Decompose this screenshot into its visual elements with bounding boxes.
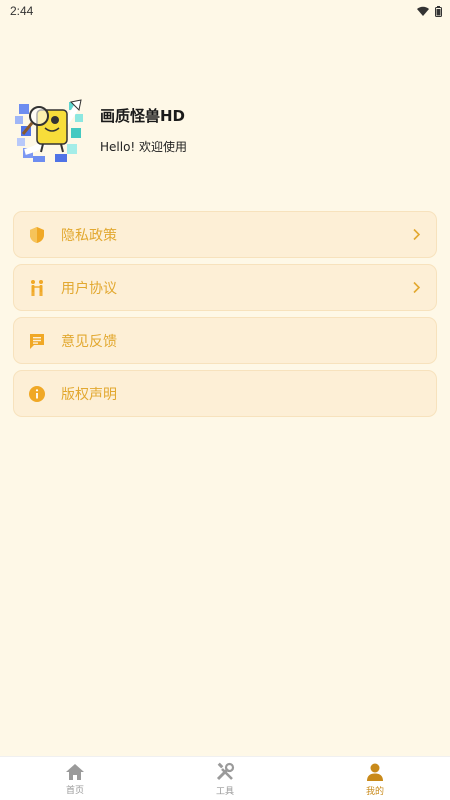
profile-header: 画质怪兽HD Hello! 欢迎使用 [15,94,187,164]
info-icon [28,385,46,403]
menu-item-label: 隐私政策 [61,227,117,244]
tab-mine[interactable]: 我的 [300,757,450,800]
app-logo-image [15,94,85,164]
tab-tools[interactable]: 工具 [150,757,300,800]
menu-item-label: 用户协议 [61,280,117,297]
chevron-right-icon [412,225,421,244]
app-name: 画质怪兽HD [100,107,186,125]
menu-item-label: 意见反馈 [61,333,117,350]
tab-home[interactable]: 首页 [0,757,150,800]
menu-item-copyright[interactable]: 版权声明 [13,370,437,417]
tab-label: 我的 [365,787,384,797]
home-icon [66,764,84,780]
wifi-icon [417,6,429,16]
menu-item-label: 版权声明 [61,386,117,403]
users-icon [28,279,46,297]
person-icon [367,763,383,781]
status-time: 2:44 [10,4,34,18]
message-icon [28,332,46,350]
tools-icon [216,762,235,781]
menu-item-user-agreement[interactable]: 用户协议 [13,264,437,311]
app-logo [15,94,85,164]
menu-item-privacy-policy[interactable]: 隐私政策 [13,211,437,258]
greeting-text: Hello! 欢迎使用 [100,140,188,154]
tab-label: 首页 [65,786,84,796]
settings-menu: 隐私政策 用户协议 意见反馈 版权声明 [13,211,437,423]
status-bar: 2:44 [0,0,450,22]
status-icons [417,5,442,17]
shield-icon [28,226,46,244]
battery-icon [435,5,442,17]
chevron-right-icon [412,278,421,297]
menu-item-feedback[interactable]: 意见反馈 [13,317,437,364]
tab-label: 工具 [215,787,234,797]
bottom-tab-bar: 首页 工具 我的 [0,756,450,800]
